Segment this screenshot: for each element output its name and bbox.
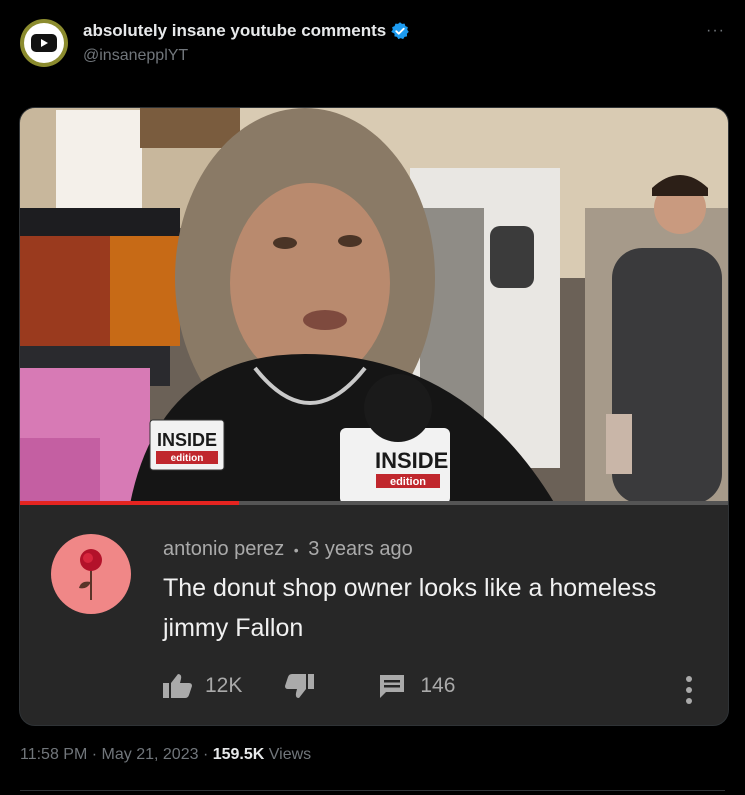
comment-text: The donut shop owner looks like a homele… [163, 574, 657, 642]
comment-actions: 12K 146 [163, 672, 455, 700]
video-watermark-line1: INSIDE [157, 430, 217, 450]
thumbs-up-icon [163, 674, 192, 698]
tweet-time[interactable]: 11:58 PM [20, 746, 87, 763]
rose-icon [79, 549, 102, 600]
author-name-row[interactable]: absolutely insane youtube comments [83, 21, 410, 41]
comment-meta: antonio perez • 3 years ago [163, 538, 413, 561]
commenter-avatar[interactable] [51, 534, 131, 614]
thumbs-down-icon [285, 674, 315, 698]
video-scene-image: INSIDE edition INSIDE edition [20, 108, 728, 504]
comment-username[interactable]: antonio perez [163, 538, 284, 560]
reply-icon [380, 675, 405, 698]
tweet-footer: 11:58 PM · May 21, 2023 · 159.5K Views [20, 746, 311, 764]
comment-time: 3 years ago [308, 538, 413, 560]
author-name[interactable]: absolutely insane youtube comments [83, 21, 386, 41]
author-handle[interactable]: @insanepplYT [83, 47, 188, 65]
like-count: 12K [205, 674, 243, 697]
views-count: 159.5K [212, 746, 265, 763]
views-label: Views [268, 746, 312, 763]
comment-menu-button[interactable] [685, 675, 693, 710]
dislike-button[interactable] [284, 673, 315, 699]
footer-dot: · [91, 746, 102, 763]
mic-watermark-line1: INSIDE [375, 448, 448, 473]
divider [20, 790, 725, 791]
youtube-logo-icon [31, 34, 57, 52]
avatar-inner [24, 23, 64, 63]
tweet-date[interactable]: May 21, 2023 [102, 746, 199, 763]
video-watermark-line2: edition [171, 453, 204, 464]
verified-badge-icon [391, 22, 409, 40]
footer-dot: · [202, 746, 213, 763]
video-progress-fill [20, 501, 240, 505]
more-vertical-icon [686, 676, 692, 704]
profile-avatar[interactable] [20, 19, 68, 67]
video-frame: INSIDE edition INSIDE edition [20, 108, 728, 504]
meta-separator: • [293, 542, 299, 558]
mic-watermark-line2: edition [390, 476, 426, 488]
like-button[interactable]: 12K [163, 673, 242, 699]
tweet-media[interactable]: INSIDE edition INSIDE edition antonio pe… [19, 107, 729, 726]
more-options-button[interactable]: ··· [706, 22, 725, 40]
reply-count: 146 [420, 674, 456, 697]
reply-button[interactable]: 146 [378, 672, 455, 700]
